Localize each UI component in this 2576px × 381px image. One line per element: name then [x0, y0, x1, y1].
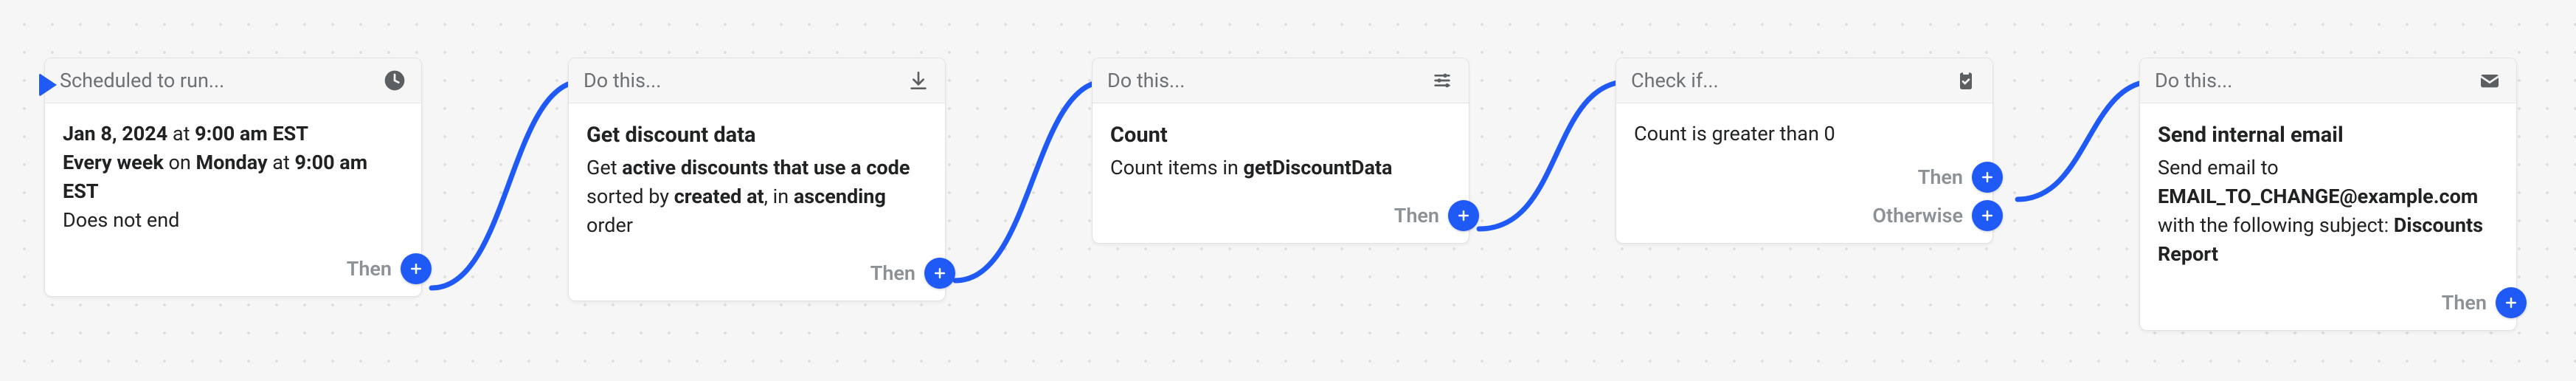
add-step-button[interactable] — [2496, 287, 2527, 318]
node-header: Scheduled to run... — [45, 58, 421, 103]
node-header-label: Do this... — [584, 69, 661, 92]
otherwise-label: Otherwise — [1872, 204, 1963, 227]
node-count[interactable]: Do this... Count Count items in getDisco… — [1092, 58, 1469, 244]
add-step-button[interactable] — [1448, 200, 1479, 231]
node-description: Count items in getDiscountData — [1110, 154, 1451, 182]
then-label: Then — [1394, 204, 1439, 227]
node-header-label: Do this... — [2155, 69, 2232, 92]
add-otherwise-step-button[interactable] — [1972, 200, 2003, 231]
schedule-description: Jan 8, 2024 at 9:00 am ESTEvery week on … — [63, 120, 404, 236]
node-header-label: Do this... — [1107, 69, 1185, 92]
mail-icon — [2478, 69, 2501, 92]
then-label: Then — [870, 261, 915, 285]
add-step-button[interactable] — [924, 258, 955, 289]
clipboard-icon — [1954, 69, 1978, 92]
node-title: Send internal email — [2158, 120, 2499, 151]
node-header: Do this... — [1093, 58, 1469, 103]
node-condition: Count is greater than 0 — [1634, 120, 1975, 148]
node-header-label: Scheduled to run... — [60, 69, 224, 92]
node-body: Get discount data Get active discounts t… — [569, 103, 945, 253]
clock-icon — [383, 69, 406, 92]
then-label: Then — [347, 257, 392, 281]
node-body: Count Count items in getDiscountData — [1093, 103, 1469, 196]
node-title: Count — [1110, 120, 1451, 151]
workflow-canvas[interactable]: Scheduled to run... Jan 8, 2024 at 9:00 … — [0, 0, 2576, 381]
then-label: Then — [2442, 291, 2487, 315]
node-check-if[interactable]: Check if... Count is greater than 0 Then… — [1616, 58, 1993, 244]
node-body: Jan 8, 2024 at 9:00 am ESTEvery week on … — [45, 103, 421, 249]
node-header-label: Check if... — [1631, 69, 1719, 92]
settings-icon — [1430, 69, 1454, 92]
node-description: Send email to EMAIL_TO_CHANGE@example.co… — [2158, 154, 2499, 270]
then-label: Then — [1918, 165, 1963, 189]
node-header: Do this... — [2140, 58, 2516, 103]
add-then-step-button[interactable] — [1972, 162, 2003, 193]
add-step-button[interactable] — [401, 253, 432, 284]
download-icon — [907, 69, 930, 92]
play-icon — [39, 73, 57, 97]
node-trigger[interactable]: Scheduled to run... Jan 8, 2024 at 9:00 … — [44, 58, 422, 297]
node-title: Get discount data — [586, 120, 927, 151]
node-body: Count is greater than 0 — [1616, 103, 1992, 162]
node-get-discount-data[interactable]: Do this... Get discount data Get active … — [568, 58, 946, 301]
node-send-email[interactable]: Do this... Send internal email Send emai… — [2139, 58, 2517, 331]
node-body: Send internal email Send email to EMAIL_… — [2140, 103, 2516, 283]
node-header: Check if... — [1616, 58, 1992, 103]
node-description: Get active discounts that use a code sor… — [586, 154, 927, 240]
node-header: Do this... — [569, 58, 945, 103]
